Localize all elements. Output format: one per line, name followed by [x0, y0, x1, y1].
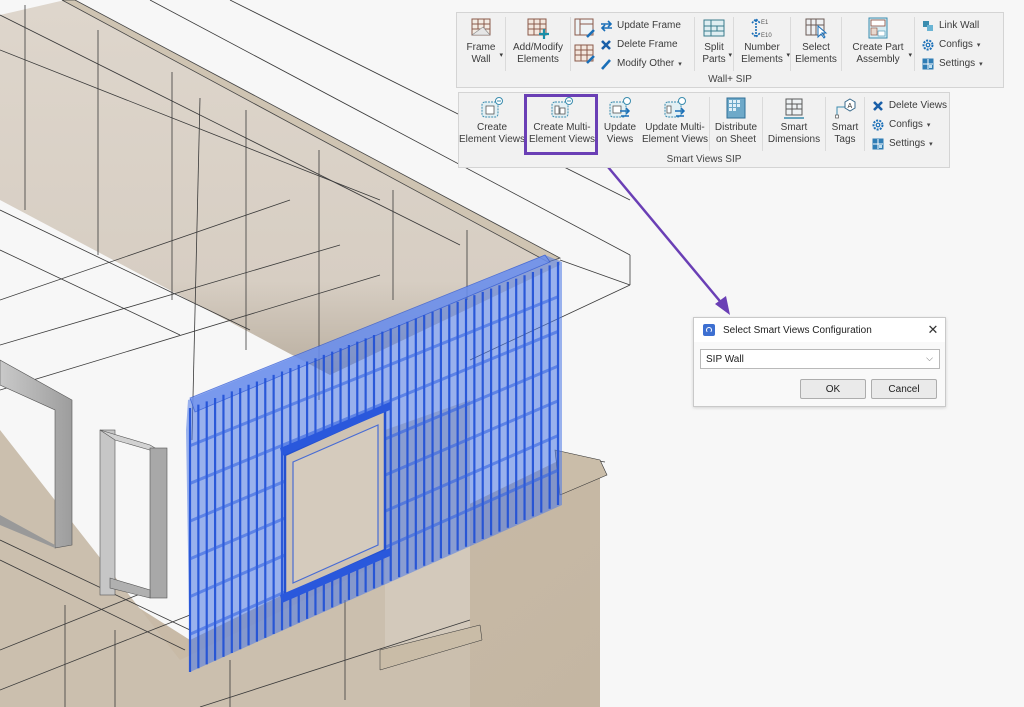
update-multi-element-views-icon [663, 97, 687, 119]
update-frame-icon [599, 19, 613, 33]
modify-other-icon [599, 57, 613, 71]
chevron-down-icon: ⌵ [926, 353, 933, 363]
chevron-down-icon: ▾ [908, 52, 912, 59]
smart-tags-icon-letter: A [848, 103, 853, 110]
split-parts-button[interactable]: Split Parts ▾ [695, 13, 733, 75]
delete-views-button[interactable]: Delete Views [871, 96, 947, 115]
link-wall-icon [921, 19, 935, 33]
delete-views-label: Delete Views [888, 100, 947, 111]
settings-grid-icon [921, 57, 935, 71]
create-element-views-label: Create Element Views [459, 122, 525, 145]
ribbon-panel-wall-sip: Frame Wall ▾ Add/Modify Elements Update … [456, 12, 1004, 88]
frame-wall-icon [469, 17, 493, 39]
settings-label: Settings [939, 58, 976, 69]
views-configs-label: Configs [889, 119, 923, 130]
delete-frame-icon [599, 38, 613, 52]
create-part-assembly-label: Create Part Assembly [852, 42, 904, 65]
delete-frame-label: Delete Frame [617, 39, 678, 50]
smart-tags-button[interactable]: A Smart Tags [826, 93, 864, 155]
number-elements-label: Number Elements [741, 42, 783, 65]
smart-dimensions-icon [782, 97, 806, 119]
frame-tool-icon-bottom [573, 43, 597, 67]
update-multi-element-views-button[interactable]: Update Multi- Element Views [641, 93, 709, 155]
update-frame-label: Update Frame [617, 20, 681, 31]
configs-label: Configs [939, 39, 973, 50]
select-smart-views-configuration-dialog: Select Smart Views Configuration ✕ SIP W… [693, 317, 946, 407]
update-views-button[interactable]: Update Views [599, 93, 641, 155]
configs-button[interactable]: Configs ▾ [921, 35, 987, 54]
smart-tags-label: Smart Tags [831, 122, 859, 145]
update-multi-element-views-label: Update Multi- Element Views [642, 122, 708, 145]
create-part-assembly-icon [866, 17, 890, 39]
split-parts-label: Split Parts [702, 42, 726, 65]
chevron-down-icon: ▾ [979, 60, 983, 68]
chevron-down-icon: ▾ [976, 41, 981, 49]
create-element-views-button[interactable]: Create Element Views [459, 93, 525, 155]
views-settings-button[interactable]: Settings ▾ [871, 134, 947, 153]
gear-icon [921, 38, 935, 52]
add-modify-elements-button[interactable]: Add/Modify Elements [506, 13, 570, 75]
add-modify-elements-icon [526, 17, 550, 39]
modify-other-label: Modify Other [617, 58, 675, 69]
create-element-views-icon [480, 97, 504, 119]
app-icon [703, 324, 715, 336]
panel-label-smart-views-sip: Smart Views SIP [666, 154, 742, 165]
modify-other-button[interactable]: Modify Other ▾ [599, 54, 694, 73]
link-wall-button[interactable]: Link Wall [921, 16, 987, 35]
distribute-on-sheet-button[interactable]: Distribute on Sheet [710, 93, 762, 155]
chevron-down-icon: ▾ [926, 121, 931, 129]
chevron-down-icon: ▾ [786, 52, 790, 59]
cancel-button[interactable]: Cancel [871, 379, 937, 399]
svg-text:E10: E10 [761, 33, 772, 39]
gear-icon [871, 118, 885, 132]
chevron-down-icon: ▾ [678, 60, 682, 68]
select-elements-icon [804, 17, 828, 39]
configuration-select[interactable]: SIP Wall ⌵ [700, 349, 940, 369]
panel-label-wall-sip: Wall+ SIP [708, 74, 752, 85]
number-elements-button[interactable]: E1 E10 Number Elements ▾ [734, 13, 790, 75]
chevron-down-icon: ▾ [728, 52, 732, 59]
delete-views-icon [871, 99, 885, 113]
update-views-icon [608, 97, 632, 119]
settings-button[interactable]: Settings ▾ [921, 54, 987, 73]
select-elements-label: Select Elements [795, 42, 837, 65]
frame-tool-icon-top [573, 17, 597, 41]
highlight-box [524, 94, 598, 155]
smart-tags-icon: A [833, 97, 857, 119]
distribute-on-sheet-label: Distribute on Sheet [714, 122, 758, 145]
frame-wall-button[interactable]: Frame Wall ▾ [457, 13, 505, 75]
smart-dimensions-button[interactable]: Smart Dimensions [763, 93, 825, 155]
chevron-down-icon: ▾ [499, 52, 503, 59]
views-configs-button[interactable]: Configs ▾ [871, 115, 947, 134]
views-settings-label: Settings [889, 138, 926, 149]
add-modify-elements-label: Add/Modify Elements [512, 42, 564, 65]
configuration-select-value: SIP Wall [706, 353, 744, 365]
ok-button[interactable]: OK [800, 379, 866, 399]
frame-wall-label: Frame Wall [466, 42, 496, 65]
chevron-down-icon: ▾ [929, 140, 933, 148]
settings-grid-icon [871, 137, 885, 151]
split-parts-icon [702, 17, 726, 39]
update-frame-button[interactable]: Update Frame [599, 16, 694, 35]
link-wall-label: Link Wall [939, 20, 980, 31]
select-elements-button[interactable]: Select Elements [791, 13, 841, 75]
distribute-on-sheet-icon [724, 97, 748, 119]
delete-frame-button[interactable]: Delete Frame [599, 35, 694, 54]
number-elements-icon: E1 E10 [748, 17, 776, 39]
close-icon[interactable]: ✕ [921, 322, 945, 338]
dialog-title-bar[interactable]: Select Smart Views Configuration ✕ [694, 318, 945, 342]
svg-text:E1: E1 [761, 20, 769, 26]
update-views-label: Update Views [603, 122, 637, 145]
dialog-title: Select Smart Views Configuration [723, 324, 872, 336]
smart-dimensions-label: Smart Dimensions [767, 122, 821, 145]
create-part-assembly-button[interactable]: Create Part Assembly ▾ [842, 13, 914, 75]
